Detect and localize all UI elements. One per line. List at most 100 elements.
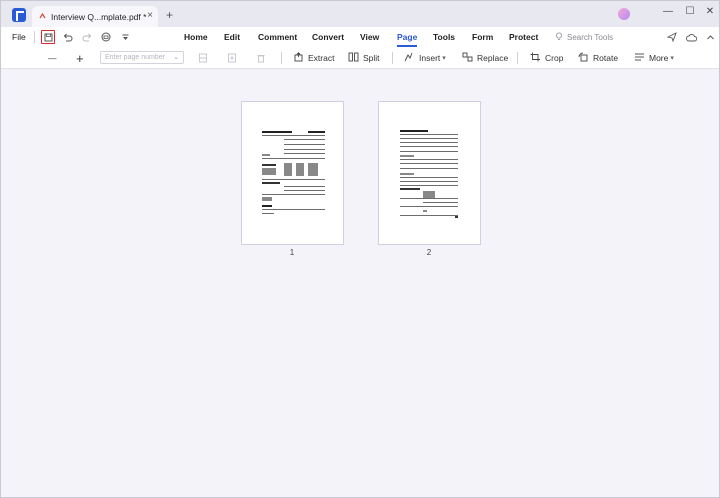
add-page-icon[interactable] [227, 51, 237, 65]
replace-button[interactable]: Replace [462, 51, 508, 65]
insert-button[interactable]: Insert ▾ [404, 51, 446, 65]
divider [281, 52, 282, 64]
maximize-button[interactable]: ☐ [681, 5, 699, 19]
tab-close-icon[interactable]: × [147, 11, 153, 21]
rotate-icon [578, 52, 589, 65]
app-logo-icon [12, 8, 26, 22]
more-button[interactable]: More ▾ [634, 51, 674, 65]
page-line [400, 185, 458, 186]
page-thumbnail-canvas: 1 2 [1, 69, 719, 497]
title-bar: Interview Q...mplate.pdf * × + — ☐ ✕ [1, 1, 719, 27]
page-line [400, 159, 458, 160]
page-line [262, 158, 325, 159]
page-block [400, 188, 420, 190]
menu-comment[interactable]: Comment [258, 32, 297, 42]
page-line [262, 205, 272, 207]
crop-button[interactable]: Crop [530, 51, 563, 65]
page-line [400, 130, 428, 132]
crop-label: Crop [545, 53, 564, 63]
rotate-label: Rotate [593, 53, 619, 63]
page-thumbnail[interactable] [378, 101, 481, 245]
user-avatar[interactable] [618, 8, 630, 20]
file-menu[interactable]: File [12, 32, 26, 42]
page-block [308, 163, 318, 176]
extract-icon [293, 51, 304, 65]
undo-icon[interactable] [61, 30, 75, 44]
minimize-button[interactable]: — [659, 5, 677, 19]
menu-view[interactable]: View [360, 32, 379, 42]
new-tab-button[interactable]: + [166, 9, 173, 21]
page-line [262, 131, 292, 133]
document-tab[interactable]: Interview Q...mplate.pdf * × [32, 6, 158, 27]
page-range-select[interactable]: Enter page number ⌄ [100, 51, 184, 64]
lightbulb-icon [555, 32, 563, 43]
share-icon[interactable] [665, 30, 679, 44]
split-icon [348, 52, 359, 65]
page-thumbnail[interactable] [241, 101, 344, 245]
page-line [400, 168, 458, 169]
insert-label: Insert [419, 53, 441, 63]
page-block [262, 197, 272, 201]
menu-edit[interactable]: Edit [224, 32, 240, 42]
page-line [284, 139, 325, 140]
insert-blank-page-icon[interactable] [198, 51, 208, 65]
search-tools[interactable]: Search Tools [555, 32, 613, 43]
page-block [262, 164, 276, 166]
menu-convert[interactable]: Convert [312, 32, 344, 42]
page-block [284, 163, 292, 176]
menu-tools[interactable]: Tools [433, 32, 455, 42]
page-line [284, 186, 325, 187]
print-icon[interactable] [99, 30, 113, 44]
page-line [262, 213, 274, 214]
page-line [262, 179, 325, 180]
replace-label: Replace [477, 53, 509, 63]
rotate-button[interactable]: Rotate [578, 51, 618, 65]
page-number: 2 [426, 248, 432, 257]
quick-access-dropdown-icon[interactable] [118, 30, 132, 44]
zoom-in-button[interactable]: + [76, 51, 84, 66]
save-icon[interactable] [41, 30, 55, 44]
pdf-file-icon [38, 12, 47, 21]
chevron-down-icon: ⌄ [173, 54, 179, 61]
tab-title: Interview Q...mplate.pdf * [51, 11, 147, 22]
split-button[interactable]: Split [348, 51, 380, 65]
app-window: Interview Q...mplate.pdf * × + — ☐ ✕ Fil… [0, 0, 720, 498]
divider [517, 52, 518, 64]
page-toolbar: — + Enter page number ⌄ Extract Split In… [1, 47, 719, 69]
delete-page-icon[interactable] [256, 51, 266, 65]
extract-label: Extract [308, 53, 335, 63]
page-number: 1 [289, 248, 295, 257]
replace-icon [462, 52, 473, 65]
page-block [262, 182, 280, 184]
close-window-button[interactable]: ✕ [701, 5, 719, 19]
page-block [455, 216, 458, 218]
menu-page[interactable]: Page [397, 32, 417, 42]
collapse-ribbon-icon[interactable] [703, 30, 717, 44]
page-line [400, 142, 458, 143]
extract-button[interactable]: Extract [293, 51, 334, 65]
page-line [423, 202, 458, 203]
page-block [400, 155, 414, 157]
split-label: Split [363, 53, 380, 63]
more-menu-icon [634, 52, 645, 65]
menu-home[interactable]: Home [184, 32, 208, 42]
page-line [262, 135, 325, 136]
page-line [400, 177, 458, 178]
more-label: More [649, 53, 669, 63]
page-block [262, 168, 276, 175]
page-range-placeholder: Enter page number [105, 54, 165, 61]
search-tools-label: Search Tools [567, 33, 614, 42]
menu-form[interactable]: Form [472, 32, 493, 42]
more-dropdown-icon: ▾ [670, 55, 674, 62]
menu-protect[interactable]: Protect [509, 32, 538, 42]
page-line [284, 190, 325, 191]
crop-icon [530, 52, 541, 65]
cloud-upload-icon[interactable] [684, 30, 698, 44]
page-line [400, 206, 458, 207]
page-block [296, 163, 304, 176]
redo-icon[interactable] [80, 30, 94, 44]
divider [392, 52, 393, 64]
zoom-out-button[interactable]: — [48, 51, 57, 65]
page-line [400, 138, 458, 139]
page-line [400, 181, 458, 182]
